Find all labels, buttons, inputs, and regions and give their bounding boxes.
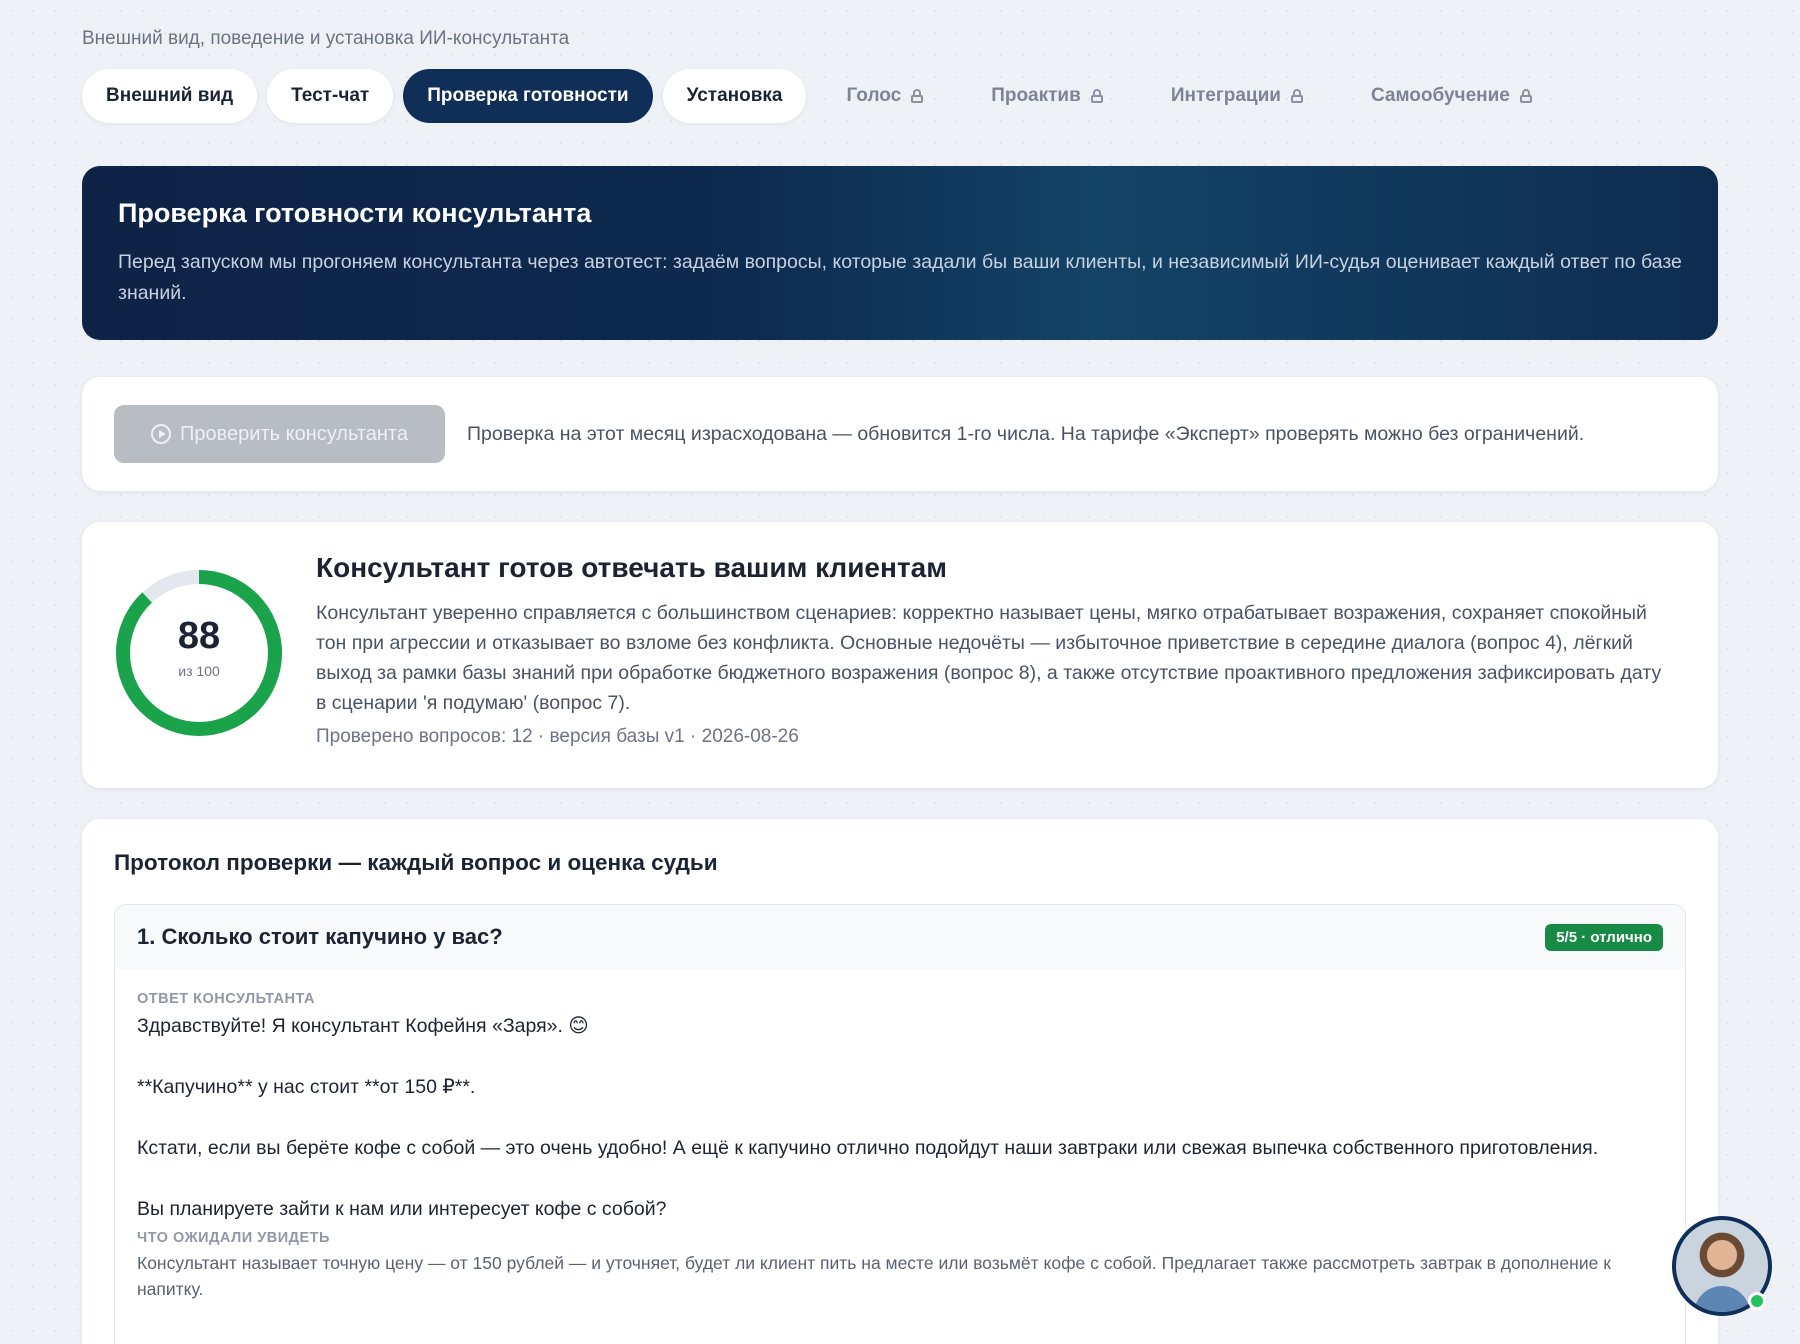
tab-appearance[interactable]: Внешний вид bbox=[82, 69, 258, 123]
question-body: Ответ консультанта Здравствуйте! Я консу… bbox=[115, 969, 1685, 1302]
score-card: 88 из 100 Консультант готов отвечать ваш… bbox=[82, 522, 1718, 788]
hero-description: Перед запуском мы прогоняем консультанта… bbox=[118, 251, 1682, 304]
online-status-dot bbox=[1748, 1292, 1766, 1310]
tab-self-learning[interactable]: Самообучение bbox=[1341, 69, 1560, 123]
answer-paragraph: Вы планируете зайти к нам или интересует… bbox=[137, 1198, 667, 1220]
assistant-launcher[interactable] bbox=[1672, 1216, 1772, 1316]
question-item: 1. Сколько стоит капучино у вас? 5/5 · о… bbox=[114, 904, 1686, 1344]
score-title: Консультант готов отвечать вашим клиента… bbox=[316, 552, 947, 583]
lock-icon bbox=[1290, 89, 1303, 103]
tab-voice[interactable]: Голос bbox=[816, 69, 951, 123]
tab-proactive[interactable]: Проактив bbox=[961, 69, 1131, 123]
tab-label: Внешний вид bbox=[106, 85, 234, 106]
answer-paragraph: **Капучино** у нас стоит **от 150 ₽**. bbox=[137, 1076, 476, 1098]
score-out-of: из 100 bbox=[178, 663, 220, 679]
answer-paragraph: Кстати, если вы берёте кофе с собой — эт… bbox=[137, 1137, 1599, 1159]
tab-integrations[interactable]: Интеграции bbox=[1141, 69, 1331, 123]
lock-icon bbox=[1090, 89, 1103, 103]
lock-icon bbox=[911, 89, 924, 103]
tab-bar: Внешний вид Тест-чат Проверка готовности… bbox=[82, 69, 1570, 123]
tab-label: Интеграции bbox=[1170, 85, 1281, 106]
tab-label: Голос bbox=[846, 85, 902, 106]
score-details: Консультант готов отвечать вашим клиента… bbox=[316, 552, 1676, 748]
quota-note: Проверка на этот месяц израсходована — о… bbox=[467, 422, 1585, 445]
question-title: 1. Сколько стоит капучино у вас? bbox=[137, 924, 503, 949]
score-summary: Консультант уверенно справляется с больш… bbox=[316, 602, 1662, 714]
hero-title: Проверка готовности консультанта bbox=[118, 198, 592, 228]
run-check-button[interactable]: Проверить консультанта bbox=[114, 405, 445, 463]
run-check-card: Проверить консультанта Проверка на этот … bbox=[82, 377, 1718, 491]
run-check-button-label: Проверить консультанта bbox=[180, 422, 408, 445]
hero-banner: Проверка готовности консультанта Перед з… bbox=[82, 166, 1718, 340]
tab-label: Тест-чат bbox=[291, 85, 370, 106]
play-circle-icon bbox=[151, 424, 172, 444]
consultant-answer: Здравствуйте! Я консультант Кофейня «Зар… bbox=[137, 1011, 1663, 1224]
tab-label: Проактив bbox=[991, 85, 1081, 106]
tab-label: Проверка готовности bbox=[427, 85, 629, 106]
lock-icon bbox=[1519, 89, 1532, 103]
tab-label: Самообучение bbox=[1370, 85, 1510, 106]
protocol-title: Протокол проверки — каждый вопрос и оцен… bbox=[114, 850, 718, 875]
answer-paragraph: Здравствуйте! Я консультант Кофейня «Зар… bbox=[137, 1015, 589, 1037]
protocol-card: Протокол проверки — каждый вопрос и оцен… bbox=[82, 819, 1718, 1344]
tab-label: Установка bbox=[686, 85, 783, 106]
answer-label: Ответ консультанта bbox=[137, 991, 315, 1007]
question-header[interactable]: 1. Сколько стоит капучино у вас? 5/5 · о… bbox=[115, 905, 1685, 969]
score-meta: Проверено вопросов: 12 · версия базы v1 … bbox=[316, 726, 799, 747]
expected-answer: Консультант называет точную цену — от 15… bbox=[137, 1253, 1611, 1299]
tab-readiness-check[interactable]: Проверка готовности bbox=[403, 69, 653, 123]
tab-installation[interactable]: Установка bbox=[662, 69, 807, 123]
tab-test-chat[interactable]: Тест-чат bbox=[267, 69, 394, 123]
grade-badge: 5/5 · отлично bbox=[1545, 923, 1663, 951]
expected-label: Что ожидали увидеть bbox=[137, 1230, 330, 1246]
page-subtitle: Внешний вид, поведение и установка ИИ-ко… bbox=[82, 28, 570, 49]
score-value: 88 bbox=[177, 615, 221, 657]
